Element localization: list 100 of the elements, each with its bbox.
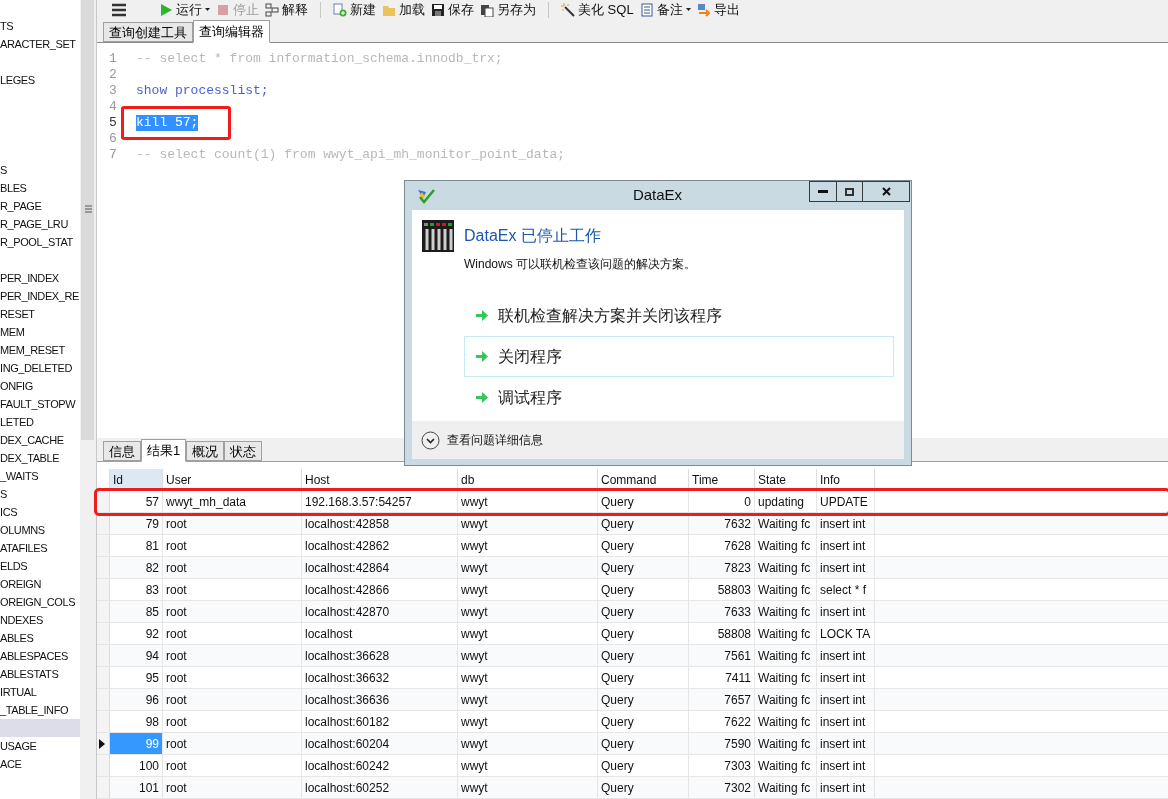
tree-item[interactable]: ABLESPACES (0, 647, 80, 665)
tree-item[interactable]: LETED (0, 413, 80, 431)
arrow-icon (476, 351, 488, 362)
tab[interactable]: 查询创建工具 (103, 21, 193, 42)
tree-item[interactable]: USAGE (0, 737, 80, 755)
tree-item[interactable]: S (0, 485, 80, 503)
tree-item[interactable]: ING_DELETED (0, 359, 80, 377)
tree-item[interactable]: ARACTER_SET (0, 35, 80, 53)
table-cell: Waiting fc (755, 777, 817, 798)
play-icon (159, 2, 173, 17)
table-cell: wwyt_mh_data (163, 491, 302, 512)
tree-item[interactable]: R_POOL_STAT (0, 233, 80, 251)
row-header[interactable] (97, 733, 110, 754)
tree-item[interactable]: RESET (0, 305, 80, 323)
table-cell: 85 (110, 601, 163, 622)
tree-item[interactable]: TS (0, 17, 80, 35)
tree-item[interactable]: DEX_TABLE (0, 449, 80, 467)
close-button[interactable] (863, 181, 910, 202)
column-header[interactable]: Command (598, 469, 689, 490)
table-cell: 57 (110, 491, 163, 512)
tab[interactable]: 概况 (186, 441, 225, 461)
dialog-option[interactable]: 调试程序 (464, 377, 894, 418)
table-cell: Query (598, 535, 689, 556)
tab[interactable]: 查询编辑器 (193, 19, 270, 43)
column-header[interactable]: Host (302, 469, 458, 490)
table-cell: wwyt (458, 491, 598, 512)
table-cell: wwyt (458, 601, 598, 622)
table-cell: Waiting fc (755, 733, 817, 754)
column-header[interactable]: db (458, 469, 598, 490)
chevron-down-icon (421, 430, 440, 450)
tree-item[interactable]: NDEXES (0, 611, 80, 629)
minimize-button[interactable] (809, 181, 837, 202)
tree-row[interactable] (0, 719, 80, 737)
column-header[interactable]: Id (110, 469, 163, 490)
table-cell: Waiting fc (755, 667, 817, 688)
table-cell: 82 (110, 557, 163, 578)
tab[interactable]: 状态 (224, 441, 263, 461)
dialog-option[interactable]: 关闭程序 (464, 336, 894, 377)
tree-item[interactable]: R_PAGE (0, 197, 80, 215)
table-cell: Query (598, 557, 689, 578)
tree-item[interactable]: DEX_CACHE (0, 431, 80, 449)
table-cell: Waiting fc (755, 579, 817, 600)
table-cell: localhost:60242 (302, 755, 458, 776)
toolbar-button[interactable]: 解释 (263, 0, 310, 19)
table-cell: 100 (110, 755, 163, 776)
toolbar-button[interactable]: 加载 (380, 0, 427, 19)
tree-item[interactable]: _TABLE_INFO (0, 701, 80, 719)
tree-item[interactable]: IRTUAL (0, 683, 80, 701)
table-cell: Query (598, 645, 689, 666)
column-header[interactable]: State (755, 469, 817, 490)
table-cell: wwyt (458, 513, 598, 534)
toolbar-button[interactable]: 备注 (637, 0, 693, 19)
tree-item[interactable]: MEM_RESET (0, 341, 80, 359)
tab[interactable]: 结果1 (141, 439, 187, 462)
table-cell: localhost:60182 (302, 711, 458, 732)
toolbar-button[interactable]: 另存为 (478, 0, 538, 19)
toolbar-button[interactable]: 导出 (694, 0, 742, 19)
details-toggle[interactable]: 查看问题详细信息 (421, 430, 543, 450)
column-header[interactable]: Time (689, 469, 755, 490)
table-cell: wwyt (458, 535, 598, 556)
table-cell: root (163, 777, 302, 798)
table-cell: localhost:42870 (302, 601, 458, 622)
arrow-icon (476, 310, 488, 321)
toolbar-button[interactable]: 保存 (429, 0, 476, 19)
server-rack-icon (422, 220, 454, 252)
table-cell: 83 (110, 579, 163, 600)
scrollbar-thumb[interactable] (81, 0, 94, 440)
tree-item[interactable]: ACE (0, 755, 80, 773)
tab[interactable]: 信息 (103, 441, 141, 461)
tree-item[interactable]: LEGES (0, 71, 80, 89)
toolbar-button[interactable]: 运行 (157, 0, 212, 19)
tree-item[interactable]: _WAITS (0, 467, 80, 485)
tree-item[interactable]: FAULT_STOPW (0, 395, 80, 413)
tree-item[interactable]: OREIGN (0, 575, 80, 593)
line-number: 2 (109, 66, 118, 83)
tree-item[interactable]: OREIGN_COLS (0, 593, 80, 611)
tree-item[interactable]: S (0, 161, 80, 179)
table-cell: 7632 (689, 513, 755, 534)
toolbar-button[interactable]: 美化 SQL (559, 0, 636, 19)
column-header[interactable]: User (163, 469, 302, 490)
tree-item[interactable]: PER_INDEX_RE (0, 287, 80, 305)
tree-item[interactable]: ELDS (0, 557, 80, 575)
tree-item[interactable]: OLUMNS (0, 521, 80, 539)
tree-item[interactable]: PER_INDEX (0, 269, 80, 287)
maximize-icon (845, 187, 854, 196)
tree-item[interactable]: R_PAGE_LRU (0, 215, 80, 233)
toolbar-button[interactable]: 新建 (331, 0, 378, 19)
tree-item[interactable]: BLES (0, 179, 80, 197)
dialog-option[interactable]: 联机检查解决方案并关闭该程序 (464, 295, 894, 336)
table-cell: Waiting fc (755, 689, 817, 710)
tree-item[interactable]: ABLES (0, 629, 80, 647)
tree-item[interactable]: ATAFILES (0, 539, 80, 557)
table-cell: 7411 (689, 667, 755, 688)
splitter-grip-icon[interactable] (85, 205, 92, 213)
new-document-icon (333, 2, 347, 17)
tree-item[interactable]: MEM (0, 323, 80, 341)
tree-item[interactable]: ONFIG (0, 377, 80, 395)
maximize-button[interactable] (837, 181, 863, 202)
tree-item[interactable]: ABLESTATS (0, 665, 80, 683)
tree-item[interactable]: ICS (0, 503, 80, 521)
